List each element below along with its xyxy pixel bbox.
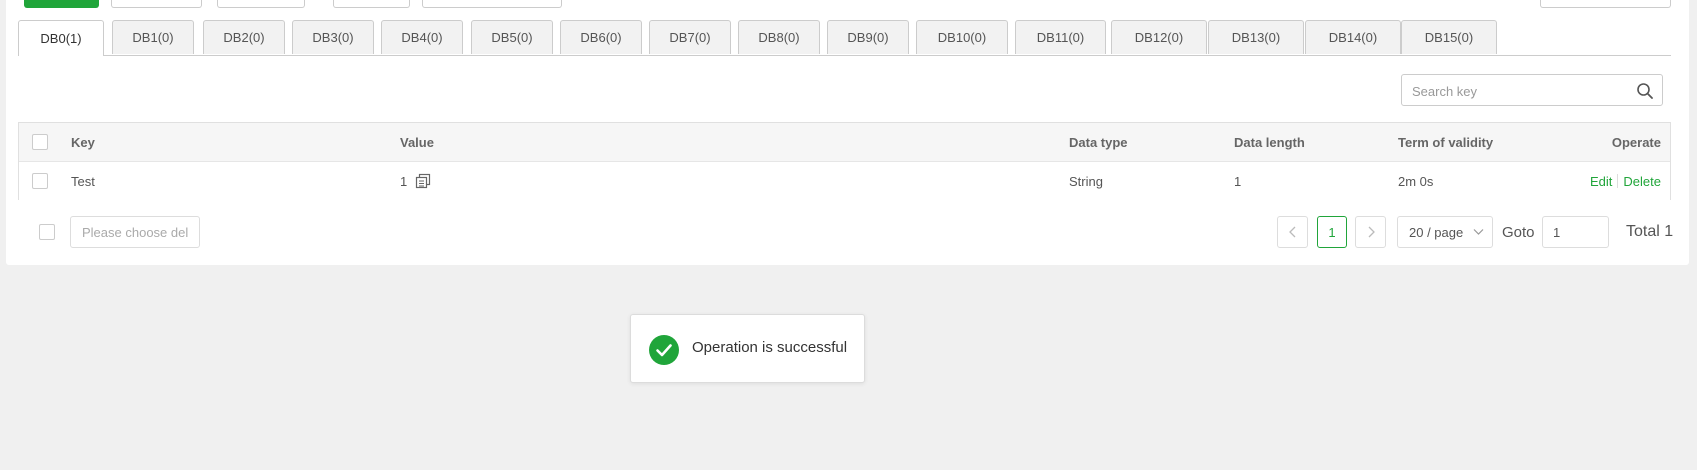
row-key: Test bbox=[71, 173, 95, 189]
add-key-button[interactable] bbox=[24, 0, 99, 8]
tab-db12[interactable]: DB12(0) bbox=[1111, 20, 1207, 54]
table-row[interactable]: Test 1 String 1 2m 0s Edit Delete bbox=[19, 162, 1670, 200]
toolbar-button-right[interactable] bbox=[1540, 0, 1671, 8]
toolbar-button-2[interactable] bbox=[111, 0, 202, 8]
search-input[interactable] bbox=[1410, 81, 1629, 101]
tab-db6[interactable]: DB6(0) bbox=[560, 20, 642, 54]
tab-db7[interactable]: DB7(0) bbox=[649, 20, 731, 54]
tab-db2[interactable]: DB2(0) bbox=[203, 20, 285, 54]
tab-db15[interactable]: DB15(0) bbox=[1401, 20, 1497, 54]
tab-db8[interactable]: DB8(0) bbox=[738, 20, 820, 54]
toolbar-button-5[interactable] bbox=[422, 0, 562, 8]
prev-page-button[interactable] bbox=[1277, 216, 1308, 248]
batch-delete-select[interactable]: Please choose del bbox=[70, 216, 200, 248]
row-data-type: String bbox=[1069, 173, 1103, 189]
header-data-type: Data type bbox=[1069, 134, 1128, 150]
header-term-of-validity: Term of validity bbox=[1398, 134, 1494, 150]
keys-table: Key Value Data type Data length Term of … bbox=[18, 122, 1671, 200]
tab-db9[interactable]: DB9(0) bbox=[827, 20, 909, 54]
footer-select-all-checkbox[interactable] bbox=[39, 224, 55, 240]
chevron-left-icon bbox=[1288, 226, 1295, 238]
tab-db1[interactable]: DB1(0) bbox=[112, 20, 194, 54]
delete-link[interactable]: Delete bbox=[1623, 174, 1661, 189]
row-data-length: 1 bbox=[1234, 173, 1242, 189]
search-box bbox=[1401, 74, 1663, 106]
row-operations: Edit Delete bbox=[1590, 162, 1661, 200]
next-page-button[interactable] bbox=[1355, 216, 1386, 248]
success-toast: Operation is successful bbox=[630, 314, 865, 383]
search-icon[interactable] bbox=[1636, 82, 1654, 100]
page-size-value: 20 / page bbox=[1409, 224, 1464, 240]
select-all-checkbox[interactable] bbox=[32, 134, 48, 150]
row-value: 1 bbox=[400, 173, 408, 189]
operation-divider bbox=[1617, 174, 1619, 188]
tab-db3[interactable]: DB3(0) bbox=[292, 20, 374, 54]
tab-db11[interactable]: DB11(0) bbox=[1015, 20, 1106, 54]
header-data-length: Data length bbox=[1234, 134, 1305, 150]
total-count: Total 1 bbox=[1626, 223, 1674, 240]
goto-label: Goto bbox=[1502, 223, 1535, 241]
chevron-down-icon bbox=[1473, 229, 1484, 235]
tab-db10[interactable]: DB10(0) bbox=[916, 20, 1008, 54]
edit-link[interactable]: Edit bbox=[1590, 174, 1612, 189]
tab-db0[interactable]: DB0(1) bbox=[18, 20, 104, 56]
toolbar-button-4[interactable] bbox=[333, 0, 410, 8]
header-operate: Operate bbox=[1611, 134, 1661, 150]
table-header: Key Value Data type Data length Term of … bbox=[19, 123, 1670, 162]
header-value: Value bbox=[400, 134, 434, 150]
tab-db13[interactable]: DB13(0) bbox=[1208, 20, 1304, 54]
header-key: Key bbox=[71, 134, 95, 150]
tab-db4[interactable]: DB4(0) bbox=[381, 20, 463, 54]
database-tabs: DB0(1) DB1(0) DB2(0) DB3(0) DB4(0) DB5(0) DB6(… bbox=[18, 20, 1671, 56]
row-value-cell: 1 bbox=[400, 162, 431, 200]
goto-page-input[interactable]: 1 bbox=[1542, 216, 1609, 248]
toolbar-button-3[interactable] bbox=[217, 0, 305, 8]
page-size-select[interactable]: 20 / page bbox=[1397, 216, 1493, 248]
page-number-1[interactable]: 1 bbox=[1317, 216, 1347, 248]
tab-db5[interactable]: DB5(0) bbox=[471, 20, 553, 54]
chevron-right-icon bbox=[1368, 226, 1375, 238]
row-checkbox[interactable] bbox=[32, 173, 48, 189]
toast-message: Operation is successful bbox=[692, 339, 848, 356]
tab-db14[interactable]: DB14(0) bbox=[1305, 20, 1401, 54]
copy-icon[interactable] bbox=[415, 173, 431, 189]
check-circle-icon bbox=[649, 335, 679, 365]
row-term-of-validity: 2m 0s bbox=[1398, 173, 1434, 189]
